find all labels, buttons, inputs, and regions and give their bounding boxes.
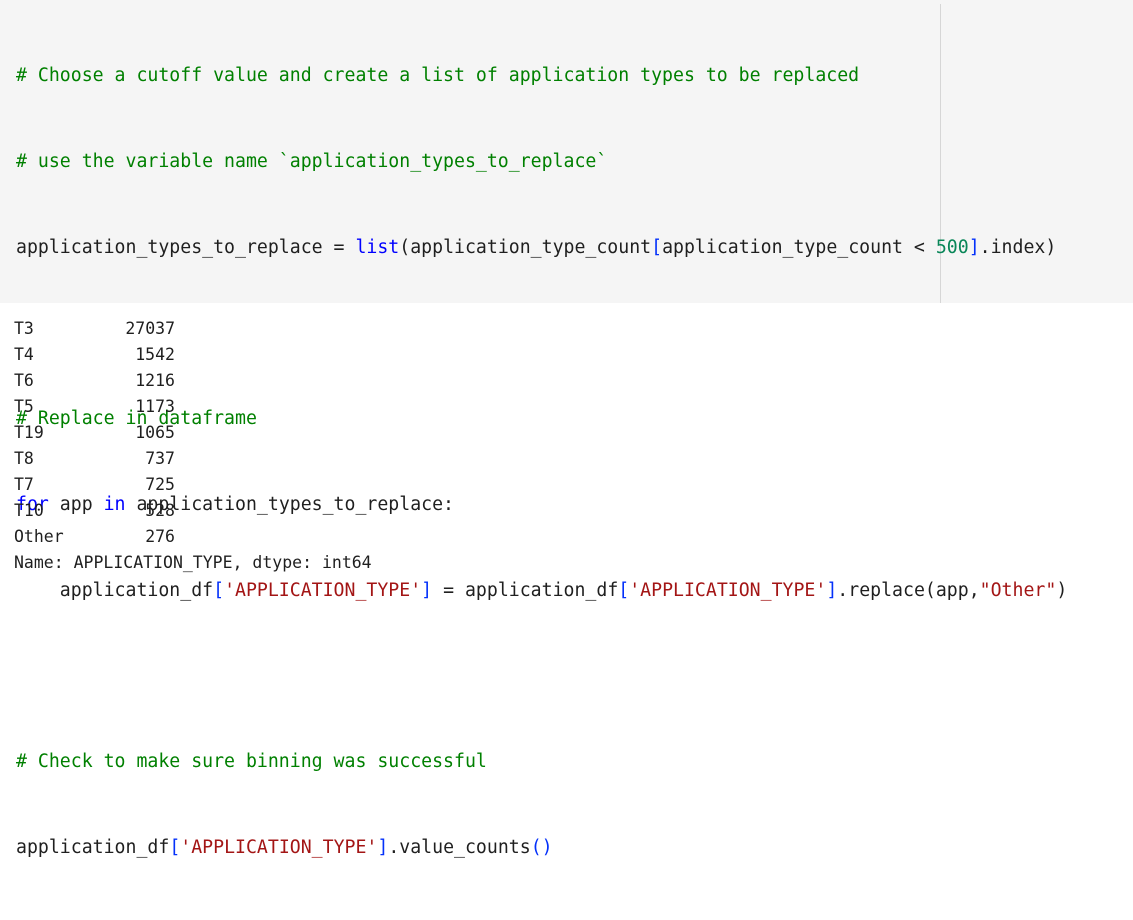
row-label: T19 xyxy=(14,423,44,442)
code-token: application_types_to_replace = xyxy=(16,236,356,258)
code-bracket: [ xyxy=(651,236,663,258)
table-row: T7 725 xyxy=(14,472,175,498)
code-builtin: list xyxy=(355,236,400,258)
row-label: T5 xyxy=(14,397,34,416)
code-token: = application_df xyxy=(432,579,619,601)
code-string: 'APPLICATION_TYPE' xyxy=(180,837,378,859)
code-token: application_type_count < xyxy=(662,236,936,258)
code-token: .replace(app, xyxy=(837,579,980,601)
code-bracket: () xyxy=(530,837,553,859)
code-bracket: [ xyxy=(169,837,181,859)
table-row: T8 737 xyxy=(14,446,175,472)
code-line-9: # Check to make sure binning was success… xyxy=(16,748,1067,777)
code-line-1: # Choose a cutoff value and create a lis… xyxy=(16,62,1067,91)
row-count: 27037 xyxy=(125,319,175,338)
row-label: T8 xyxy=(14,449,34,468)
code-bracket: [ xyxy=(213,579,225,601)
code-bracket: ] xyxy=(421,579,433,601)
code-comment: # Check to make sure binning was success… xyxy=(16,751,487,773)
code-cell-input[interactable]: # Choose a cutoff value and create a lis… xyxy=(0,0,1133,858)
code-token: .value_counts xyxy=(388,837,531,859)
code-number: 500 xyxy=(935,236,969,258)
row-label: T6 xyxy=(14,371,34,390)
code-token: .index) xyxy=(979,236,1057,258)
code-token: (application_type_count xyxy=(399,236,652,258)
code-cell-output: T3 27037 T4 1542 T6 1216 T5 1173 T19 1065 T8 7… xyxy=(14,316,372,576)
code-string: 'APPLICATION_TYPE' xyxy=(224,579,422,601)
code-token: application_df xyxy=(16,837,170,859)
code-line-10: application_df['APPLICATION_TYPE'].value… xyxy=(16,834,1067,863)
row-label: T3 xyxy=(14,319,34,338)
row-count: 1216 xyxy=(135,371,175,390)
row-count: 1173 xyxy=(135,397,175,416)
code-line-3: application_types_to_replace = list(appl… xyxy=(16,234,1067,263)
code-comment: # use the variable name `application_typ… xyxy=(16,150,608,172)
code-bracket: ] xyxy=(968,236,980,258)
row-label: T10 xyxy=(14,501,44,520)
code-string: "Other" xyxy=(979,579,1057,601)
row-count: 1542 xyxy=(135,345,175,364)
table-row: T6 1216 xyxy=(14,368,175,394)
row-count: 1065 xyxy=(135,423,175,442)
row-count: 725 xyxy=(145,475,175,494)
row-label: Other xyxy=(14,527,64,546)
value-counts-table: T3 27037 T4 1542 T6 1216 T5 1173 T19 1065 T8 7… xyxy=(14,316,175,550)
table-row: T19 1065 xyxy=(14,420,175,446)
row-label: T4 xyxy=(14,345,34,364)
row-count: 737 xyxy=(145,449,175,468)
table-row: T10 528 xyxy=(14,498,175,524)
row-count: 276 xyxy=(145,527,175,546)
code-bracket: ] xyxy=(826,579,838,601)
code-bracket: ] xyxy=(377,837,389,859)
row-label: T7 xyxy=(14,475,34,494)
table-row: Other 276 xyxy=(14,524,175,550)
code-line-2: # use the variable name `application_typ… xyxy=(16,148,1067,177)
table-row: T5 1173 xyxy=(14,394,175,420)
code-line-7: application_df['APPLICATION_TYPE'] = app… xyxy=(16,577,1067,606)
row-count: 528 xyxy=(145,501,175,520)
code-bracket: [ xyxy=(618,579,630,601)
series-footer: Name: APPLICATION_TYPE, dtype: int64 xyxy=(14,553,372,572)
table-row: T3 27037 xyxy=(14,316,175,342)
code-token: application_df xyxy=(16,579,214,601)
code-token: ) xyxy=(1056,579,1068,601)
code-comment: # Choose a cutoff value and create a lis… xyxy=(16,65,860,87)
code-string: 'APPLICATION_TYPE' xyxy=(629,579,827,601)
table-row: T4 1542 xyxy=(14,342,175,368)
